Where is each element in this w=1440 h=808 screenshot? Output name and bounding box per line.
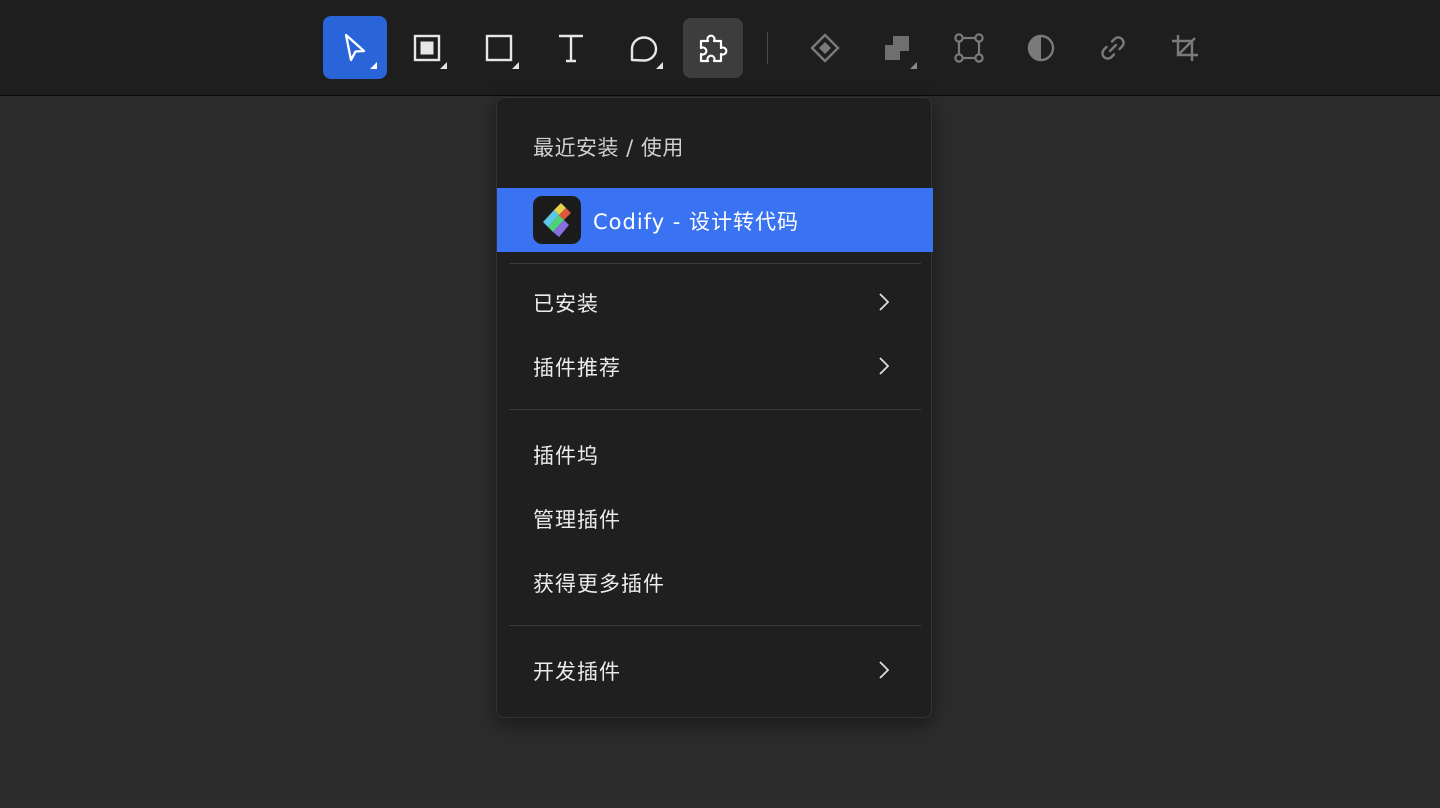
menu-item-plugin-dock[interactable]: 插件坞 xyxy=(497,422,933,486)
menu-item-label: 获得更多插件 xyxy=(533,572,665,596)
half-circle-icon xyxy=(1027,34,1055,62)
frame-icon xyxy=(413,34,441,62)
text-tool-button[interactable] xyxy=(541,18,601,78)
vector-points-icon xyxy=(954,33,984,63)
text-icon xyxy=(559,34,583,63)
boolean-union-icon xyxy=(885,36,909,60)
puzzle-icon xyxy=(699,34,728,63)
menu-item-label: Codify - 设计转代码 xyxy=(593,210,800,234)
dropdown-corner-icon xyxy=(910,62,917,69)
rectangle-tool-button[interactable] xyxy=(469,18,529,78)
chevron-right-icon xyxy=(879,293,890,311)
crop-icon xyxy=(1172,35,1198,61)
menu-item-develop-plugins[interactable]: 开发插件 xyxy=(497,638,933,702)
menu-item-recommended[interactable]: 插件推荐 xyxy=(497,334,933,398)
mask-tool-button[interactable] xyxy=(1011,18,1071,78)
dropdown-corner-icon xyxy=(440,62,447,69)
menu-item-get-more-plugins[interactable]: 获得更多插件 xyxy=(497,550,933,614)
dropdown-corner-icon xyxy=(656,62,663,69)
chevron-right-icon xyxy=(879,357,890,375)
codify-logo-icon xyxy=(533,196,581,244)
menu-item-label: 开发插件 xyxy=(533,660,621,684)
link-tool-button[interactable] xyxy=(1083,18,1143,78)
menu-item-manage-plugins[interactable]: 管理插件 xyxy=(497,486,933,550)
menu-item-label: 已安装 xyxy=(533,292,599,316)
link-icon xyxy=(1101,36,1125,60)
cursor-arrow-icon xyxy=(344,33,366,61)
diamond-icon xyxy=(810,33,840,63)
dropdown-corner-icon xyxy=(512,62,519,69)
rectangle-icon xyxy=(485,34,513,62)
toolbar-separator xyxy=(767,32,768,64)
top-toolbar xyxy=(0,0,1440,96)
dropdown-corner-icon xyxy=(370,62,377,69)
chevron-right-icon xyxy=(879,661,890,679)
crop-tool-button[interactable] xyxy=(1155,18,1215,78)
frame-tool-button[interactable] xyxy=(397,18,457,78)
menu-item-installed[interactable]: 已安装 xyxy=(497,270,933,334)
menu-item-label: 插件推荐 xyxy=(533,356,621,380)
boolean-tool-button[interactable] xyxy=(867,18,927,78)
menu-divider xyxy=(509,625,921,626)
menu-divider xyxy=(509,263,921,264)
comment-tool-button[interactable] xyxy=(613,18,673,78)
component-tool-button[interactable] xyxy=(795,18,855,78)
plugin-tool-button[interactable] xyxy=(683,18,743,78)
menu-item-label: 插件坞 xyxy=(533,444,599,468)
vector-edit-tool-button[interactable] xyxy=(939,18,999,78)
speech-bubble-icon xyxy=(630,36,658,62)
recent-plugins-heading: 最近安装 / 使用 xyxy=(533,136,684,160)
menu-divider xyxy=(509,409,921,410)
menu-item-label: 管理插件 xyxy=(533,508,621,532)
plugin-menu: 最近安装 / 使用 Codify - 设计转代码 已安装 插件推荐 插件坞 管理… xyxy=(496,97,933,718)
menu-item-codify[interactable]: Codify - 设计转代码 xyxy=(497,188,933,252)
move-tool-button[interactable] xyxy=(323,16,387,79)
